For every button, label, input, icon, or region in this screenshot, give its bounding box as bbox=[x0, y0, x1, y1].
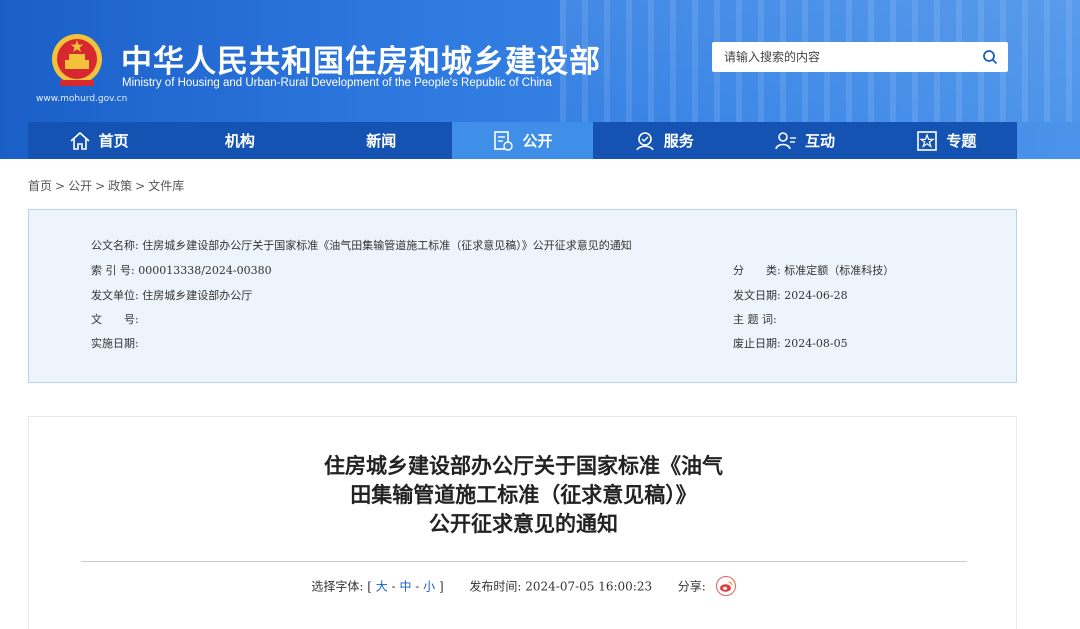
issue-date-value: 2024-06-28 bbox=[784, 289, 848, 302]
subject-row: 主 题 词: bbox=[733, 313, 777, 326]
doc-name-row: 公文名称: 住房城乡建设部办公厅关于国家标准《油气田集输管道施工标准（征求意见稿… bbox=[91, 239, 632, 252]
expiry-date-row: 废止日期: 2024-08-05 bbox=[733, 337, 848, 350]
search-input[interactable] bbox=[712, 43, 972, 71]
font-size-selector: [ 大 - 中 - 小 ] bbox=[367, 579, 444, 594]
article-title-line-3: 公开征求意见的通知 bbox=[429, 511, 618, 536]
nav-item-label: 专题 bbox=[946, 132, 977, 150]
breadcrumb-home[interactable]: 首页 bbox=[28, 179, 52, 193]
issuer-row: 发文单位: 住房城乡建设部办公厅 bbox=[91, 289, 253, 302]
issuer-value: 住房城乡建设部办公厅 bbox=[142, 289, 253, 302]
interaction-icon bbox=[775, 131, 797, 149]
site-title-english: Ministry of Housing and Urban-Rural Deve… bbox=[122, 77, 552, 89]
main-nav: 首页 机构 新闻 公开 服务 互动 专题 bbox=[28, 122, 1017, 159]
expiry-date-value: 2024-08-05 bbox=[784, 337, 848, 350]
home-icon bbox=[70, 131, 90, 150]
nav-item-label: 首页 bbox=[98, 132, 129, 150]
star-icon bbox=[917, 130, 938, 151]
article-title: 住房城乡建设部办公厅关于国家标准《油气 田集输管道施工标准（征求意见稿）》 公开… bbox=[29, 451, 1018, 538]
nav-item-label: 服务 bbox=[663, 132, 694, 150]
nav-item-organization[interactable]: 机构 bbox=[169, 122, 310, 159]
font-size-medium-link[interactable]: 中 bbox=[399, 580, 411, 594]
index-value: 000013338/2024-00380 bbox=[138, 264, 272, 277]
article-meta: 选择字体: [ 大 - 中 - 小 ] 发布时间: 2024-07-05 16:… bbox=[29, 576, 1018, 597]
font-size-small-link[interactable]: 小 bbox=[423, 580, 435, 594]
title-divider bbox=[81, 561, 967, 562]
site-header: www.mohurd.gov.cn 中华人民共和国住房和城乡建设部 Minist… bbox=[0, 0, 1080, 159]
nav-item-service[interactable]: 服务 bbox=[593, 122, 734, 159]
doc-number-row: 文 号: bbox=[91, 313, 139, 326]
article-panel: 住房城乡建设部办公厅关于国家标准《油气 田集输管道施工标准（征求意见稿）》 公开… bbox=[28, 416, 1017, 629]
effective-date-row: 实施日期: bbox=[91, 337, 139, 350]
nav-item-home[interactable]: 首页 bbox=[28, 122, 169, 159]
category-value: 标准定额（标准科技） bbox=[784, 264, 895, 277]
publish-time-label: 发布时间: bbox=[469, 579, 522, 594]
site-url: www.mohurd.gov.cn bbox=[36, 94, 128, 104]
font-size-label: 选择字体: bbox=[311, 579, 364, 594]
search-button[interactable] bbox=[972, 42, 1008, 72]
breadcrumb: 首页 > 公开 > 政策 > 文件库 bbox=[28, 179, 185, 193]
service-icon bbox=[636, 131, 654, 150]
national-emblem-icon bbox=[52, 34, 102, 86]
share-label: 分享: bbox=[677, 579, 706, 594]
font-size-large-link[interactable]: 大 bbox=[376, 580, 388, 594]
doc-name-value: 住房城乡建设部办公厅关于国家标准《油气田集输管道施工标准（征求意见稿）》公开征求… bbox=[142, 239, 632, 252]
nav-item-public[interactable]: 公开 bbox=[451, 122, 594, 159]
document-icon bbox=[494, 130, 514, 151]
nav-item-interaction[interactable]: 互动 bbox=[734, 122, 875, 159]
issue-date-row: 发文日期: 2024-06-28 bbox=[733, 289, 848, 302]
category-row: 分 类: 标准定额（标准科技） bbox=[733, 264, 895, 277]
article-title-line-1: 住房城乡建设部办公厅关于国家标准《油气 bbox=[324, 453, 723, 478]
search-icon bbox=[983, 50, 998, 65]
nav-item-label: 互动 bbox=[805, 132, 836, 150]
article-title-line-2: 田集输管道施工标准（征求意见稿）》 bbox=[350, 482, 697, 507]
nav-item-news[interactable]: 新闻 bbox=[311, 122, 452, 159]
nav-item-label: 新闻 bbox=[366, 132, 397, 150]
index-row: 索 引 号: 000013338/2024-00380 bbox=[91, 264, 272, 277]
site-title: 中华人民共和国住房和城乡建设部 bbox=[121, 44, 601, 80]
search-box bbox=[712, 42, 1008, 72]
publish-time-value: 2024-07-05 16:00:23 bbox=[525, 579, 653, 594]
breadcrumb-document-library[interactable]: 文件库 bbox=[148, 179, 184, 193]
weibo-share-icon[interactable] bbox=[715, 576, 736, 596]
breadcrumb-policy[interactable]: 政策 bbox=[108, 179, 132, 193]
document-info-panel: 公文名称: 住房城乡建设部办公厅关于国家标准《油气田集输管道施工标准（征求意见稿… bbox=[28, 209, 1017, 383]
nav-item-topics[interactable]: 专题 bbox=[876, 122, 1017, 159]
nav-item-label: 机构 bbox=[224, 132, 255, 150]
breadcrumb-public[interactable]: 公开 bbox=[68, 179, 92, 193]
nav-item-label: 公开 bbox=[522, 132, 553, 150]
